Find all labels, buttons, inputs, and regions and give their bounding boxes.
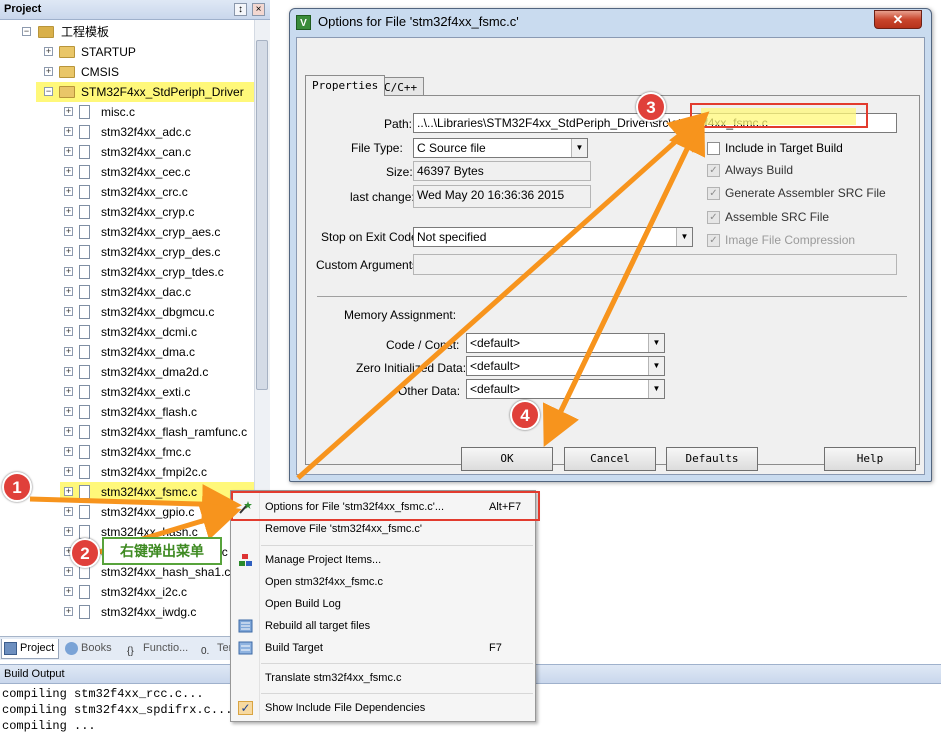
step-badge: 1	[2, 472, 32, 502]
annotation-callout: 右键弹出菜单	[102, 537, 222, 565]
step-badge: 4	[510, 400, 540, 430]
tab-properties[interactable]: Properties	[305, 75, 386, 96]
annotation-arrows	[29, 111, 710, 556]
step-badge: 3	[636, 92, 666, 122]
step-badge: 2	[70, 538, 100, 568]
